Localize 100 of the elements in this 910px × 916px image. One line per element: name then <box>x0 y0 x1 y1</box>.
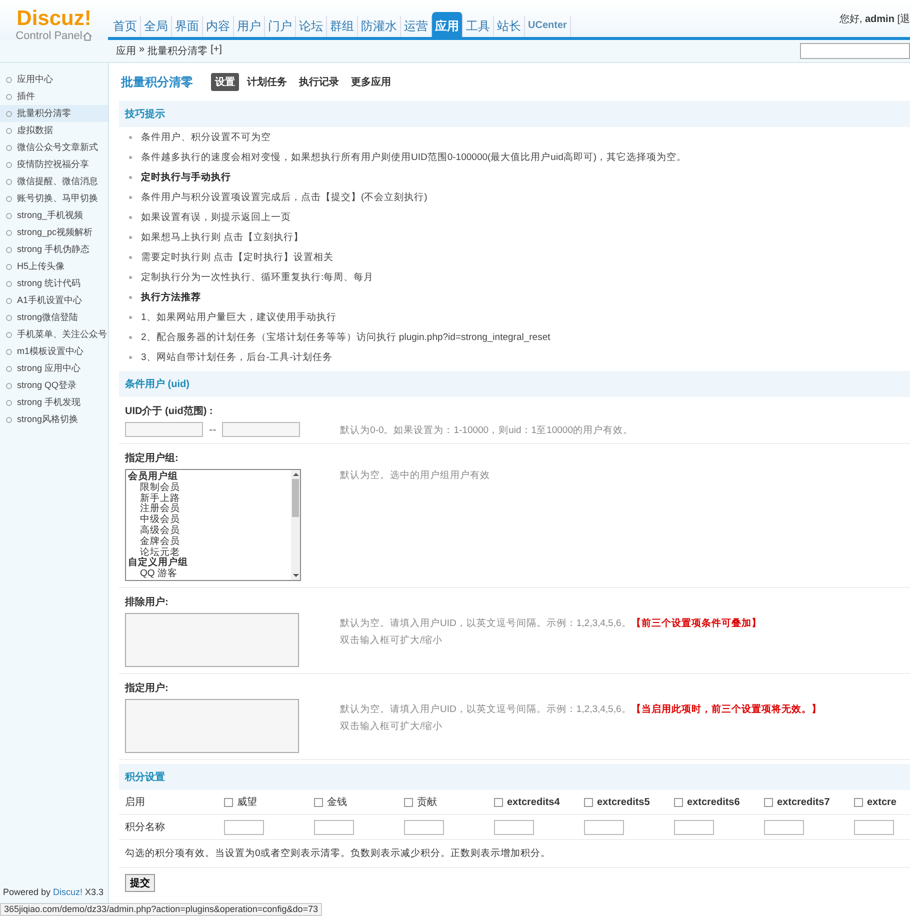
option-group-label: 会员用户组 <box>128 472 179 482</box>
bullet-icon <box>129 216 132 218</box>
credit-label: 贡献 <box>417 796 437 809</box>
checkbox[interactable] <box>764 798 773 806</box>
page-tab[interactable]: 设置 <box>211 73 239 91</box>
sidebar-item[interactable]: strong QQ登录 <box>0 377 108 394</box>
logo-subtitle: Control Panel <box>16 30 82 42</box>
sidebar-item[interactable]: strong风格切换 <box>0 411 108 428</box>
credit-label: extcredits5 <box>597 796 650 808</box>
tip-text: 如果想马上执行则 点击【立刻执行】 <box>141 230 304 244</box>
tip-text: 条件用户与积分设置项设置完成后，点击【提交】(不会立刻执行) <box>141 190 428 204</box>
credit-name-field[interactable] <box>404 820 444 834</box>
sidebar-item[interactable]: strong微信登陆 <box>0 309 108 326</box>
bullet-icon <box>129 196 132 198</box>
checkbox[interactable] <box>854 798 863 806</box>
sidebar-item[interactable]: strong 手机伪静态 <box>0 241 108 258</box>
page-title: 批量积分清零 <box>121 74 193 90</box>
sidebar-item[interactable]: 微信提醒、微信消息 <box>0 173 108 190</box>
sidebar-item[interactable]: m1模板设置中心 <box>0 343 108 360</box>
bullet-icon <box>129 276 132 278</box>
nav-tab[interactable]: 应用 <box>432 12 463 37</box>
credit-name-field[interactable] <box>314 820 354 834</box>
bullet-icon <box>129 316 132 318</box>
sidebar-item[interactable]: strong 应用中心 <box>0 360 108 377</box>
list-option[interactable]: 中级会员 <box>128 515 289 526</box>
uid-from-field[interactable] <box>125 422 203 437</box>
home-icon <box>83 32 92 40</box>
credit-name-field[interactable] <box>224 820 264 834</box>
sidebar-item[interactable]: H5上传头像 <box>0 258 108 275</box>
breadcrumb-link[interactable]: 应用 <box>116 44 136 58</box>
field-hint: 默认为空。请填入用户UID，以英文逗号间隔。示例：1,2,3,4,5,6。【当启用此项时，前三个设置项将无效。】 <box>340 703 822 716</box>
user-uid-textarea[interactable] <box>125 699 299 753</box>
tip-text: 条件用户、积分设置不可为空 <box>141 130 271 144</box>
sidebar-item[interactable]: 账号切换、马甲切换 <box>0 190 108 207</box>
sidebar-item[interactable]: A1手机设置中心 <box>0 292 108 309</box>
field-hint: 双击输入框可扩大/缩小 <box>340 634 444 647</box>
sidebar-item[interactable]: 虚拟数据 <box>0 122 108 139</box>
sidebar-item[interactable]: 插件 <box>0 88 108 105</box>
list-option[interactable]: QQ 游客 <box>128 569 289 580</box>
range-separator: -- <box>209 424 216 436</box>
credit-name-field[interactable] <box>854 820 894 834</box>
checkbox[interactable] <box>404 798 413 806</box>
list-option[interactable]: 高级会员 <box>128 526 289 537</box>
section-header: 积分设置 <box>119 764 910 790</box>
bullet-icon <box>129 236 132 238</box>
field-label: 指定用户: <box>124 681 170 696</box>
submit-button[interactable]: 提交 <box>125 874 155 892</box>
page-tab[interactable]: 更多应用 <box>347 73 395 91</box>
user-uid-textarea[interactable] <box>125 613 299 667</box>
field-label: 指定用户组: <box>124 451 180 466</box>
sidebar-item[interactable]: strong_手机视频 <box>0 207 108 224</box>
list-option[interactable]: 限制会员 <box>128 482 289 494</box>
credit-label: extcredits6 <box>687 796 740 808</box>
breadcrumb-separator: » <box>139 44 145 57</box>
uid-to-field[interactable] <box>222 422 300 437</box>
scrollbar[interactable] <box>291 470 300 580</box>
list-option[interactable]: 注册会员 <box>128 504 289 516</box>
section-header: 条件用户 (uid) <box>119 371 910 397</box>
checkbox[interactable] <box>584 798 593 806</box>
sidebar-item[interactable]: 疫情防控祝福分享 <box>0 156 108 173</box>
sidebar-item[interactable]: 应用中心 <box>0 71 108 88</box>
user-group-listbox[interactable]: 会员用户组 限制会员 新手上路 注册会员 中级会员 高级会员 金牌会员 论坛元老 自定义用户组 QQ 游客 <box>125 469 301 581</box>
list-option[interactable]: 新手上路 <box>128 494 289 504</box>
bullet-icon <box>129 296 132 298</box>
bullet-icon <box>129 156 132 158</box>
list-option[interactable]: 金牌会员 <box>128 536 289 548</box>
credit-name-field[interactable] <box>674 820 714 834</box>
bullet-icon <box>129 256 132 258</box>
checkbox[interactable] <box>494 798 503 806</box>
page-tab[interactable]: 计划任务 <box>243 73 291 91</box>
checkbox[interactable] <box>674 798 683 806</box>
credit-name-field[interactable] <box>584 820 624 834</box>
sidebar-item[interactable]: strong 统计代码 <box>0 275 108 292</box>
sidebar-item[interactable]: 批量积分清零 <box>0 105 108 122</box>
field-label: UID介于 (uid范围) : <box>124 404 214 419</box>
bullet-icon <box>129 336 132 338</box>
sidebar-item[interactable]: 微信公众号文章新式 <box>0 139 108 156</box>
bullet-icon <box>129 356 132 358</box>
search-field[interactable] <box>800 43 910 59</box>
credit-label: extcredits7 <box>777 796 830 808</box>
checkbox[interactable] <box>224 798 233 806</box>
tip-text: 如果设置有误，则提示返回上一页 <box>141 210 291 224</box>
tip-text: 1、如果网站用户量巨大，建议使用手动执行 <box>141 310 336 324</box>
sidebar-item[interactable]: strong 手机发现 <box>0 394 108 411</box>
tip-heading: 定时执行与手动执行 <box>141 170 231 184</box>
page-tab[interactable]: 执行记录 <box>295 73 343 91</box>
tip-heading: 执行方法推荐 <box>141 290 201 304</box>
section-header: 技巧提示 <box>119 101 910 127</box>
sidebar-item[interactable]: 手机菜单、关注公众号 <box>0 326 108 343</box>
credit-label: extcredits4 <box>507 796 560 808</box>
credit-name-field[interactable] <box>764 820 804 834</box>
tip-text: 定制执行分为一次性执行、循环重复执行:每周、每月 <box>141 270 374 284</box>
credit-label: 威望 <box>237 796 257 809</box>
sidebar-item[interactable]: strong_pc视频解析 <box>0 224 108 241</box>
add-shortcut-link[interactable]: [+] <box>210 44 222 58</box>
breadcrumb-current: 批量积分清零 <box>148 44 208 58</box>
checkbox[interactable] <box>314 798 323 806</box>
field-hint: 双击输入框可扩大/缩小 <box>340 720 444 733</box>
credit-label: extcre <box>867 796 896 808</box>
credit-name-field[interactable] <box>494 820 534 834</box>
